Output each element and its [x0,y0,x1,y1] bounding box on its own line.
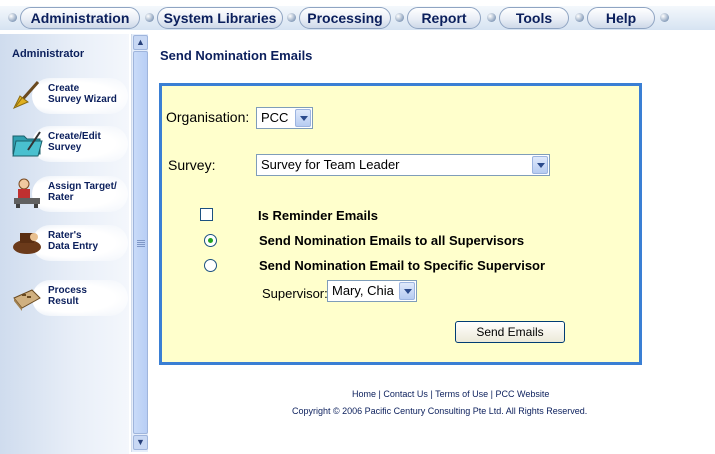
footer-separator: | [490,389,493,399]
calculator-icon [13,289,41,311]
menu-bullet-icon [575,13,584,22]
scroll-grip-icon [137,240,145,247]
organisation-select[interactable]: PCC [256,107,313,129]
menu-report[interactable]: Report [407,7,481,29]
menu-bullet-icon [145,13,154,22]
send-all-supervisors-label: Send Nomination Emails to all Supervisor… [259,233,525,248]
menu-processing[interactable]: Processing [299,7,391,29]
sidebar-item-label: Rater's Data Entry [48,230,99,252]
menu-bullet-icon [395,13,404,22]
scroll-down-button[interactable]: ▼ [133,435,148,450]
sidebar-scrollbar[interactable]: ▲ ▼ [131,34,148,452]
sidebar-item-create-survey-wizard[interactable]: Create Survey Wizard [6,76,128,116]
sidebar: Administrator Create Survey Wizard Creat… [0,34,129,454]
folder-edit-icon [12,131,43,157]
supervisor-select[interactable]: Mary, Chia [327,280,417,302]
chevron-down-icon[interactable] [295,109,311,127]
menu-tools[interactable]: Tools [499,7,569,29]
sidebar-item-label: Process Result [48,285,87,307]
sidebar-item-process-result[interactable]: Process Result [6,278,128,318]
menu-administration[interactable]: Administration [20,7,140,29]
app-window: Administration System Libraries Processi… [0,0,715,454]
menu-bullet-icon [660,13,669,22]
person-assign-icon [14,178,40,208]
sidebar-item-assign-target-rater[interactable]: Assign Target/ Rater [6,174,128,214]
survey-selected-value: Survey for Team Leader [261,157,400,172]
send-specific-supervisor-label: Send Nomination Email to Specific Superv… [259,258,546,273]
survey-select[interactable]: Survey for Team Leader [256,154,550,176]
send-specific-supervisor-radio[interactable] [204,259,217,272]
chevron-down-icon[interactable] [532,156,548,174]
wizard-broom-icon [12,81,40,109]
page-title: Send Nomination Emails [160,48,313,63]
menu-bullet-icon [287,13,296,22]
footer-separator: | [378,389,381,399]
sidebar-item-label: Create/Edit Survey [48,131,101,153]
menu-help[interactable]: Help [587,7,655,29]
menu-bullet-icon [487,13,496,22]
menu-system-libraries[interactable]: System Libraries [157,7,283,29]
survey-label: Survey: [168,157,216,173]
reminder-label: Is Reminder Emails [258,208,378,223]
data-entry-icon [13,233,41,254]
reminder-checkbox[interactable] [200,208,213,221]
copyright-text: Copyright © 2006 Pacific Century Consult… [292,406,588,416]
supervisor-label: Supervisor: [262,286,328,301]
footer-link-pcc-website[interactable]: PCC Website [496,389,550,399]
organisation-selected-value: PCC [261,110,289,125]
organisation-label: Organisation: [166,109,250,125]
sidebar-item-create-edit-survey[interactable]: Create/Edit Survey [6,124,128,164]
sidebar-item-label: Create Survey Wizard [48,83,117,105]
sidebar-item-label: Assign Target/ Rater [48,181,117,203]
sidebar-item-raters-data-entry[interactable]: Rater's Data Entry [6,223,128,263]
supervisor-selected-value: Mary, Chia [332,283,394,298]
scroll-up-button[interactable]: ▲ [133,35,148,50]
send-all-supervisors-radio[interactable] [204,234,217,247]
footer-link-contact-us[interactable]: Contact Us [383,389,428,399]
footer-links: Home | Contact Us | Terms of Use | PCC W… [352,389,549,399]
footer-link-home[interactable]: Home [352,389,376,399]
footer-link-terms-of-use[interactable]: Terms of Use [435,389,488,399]
sidebar-title: Administrator [12,48,85,60]
scroll-thumb[interactable] [133,51,148,434]
top-menu-bar: Administration System Libraries Processi… [0,0,715,34]
chevron-down-icon[interactable] [399,282,415,300]
footer-separator: | [430,389,433,399]
send-emails-button[interactable]: Send Emails [455,321,565,343]
menu-bullet-icon [8,13,17,22]
nomination-form-panel: Organisation: PCC Survey: Survey for Tea… [159,83,642,365]
